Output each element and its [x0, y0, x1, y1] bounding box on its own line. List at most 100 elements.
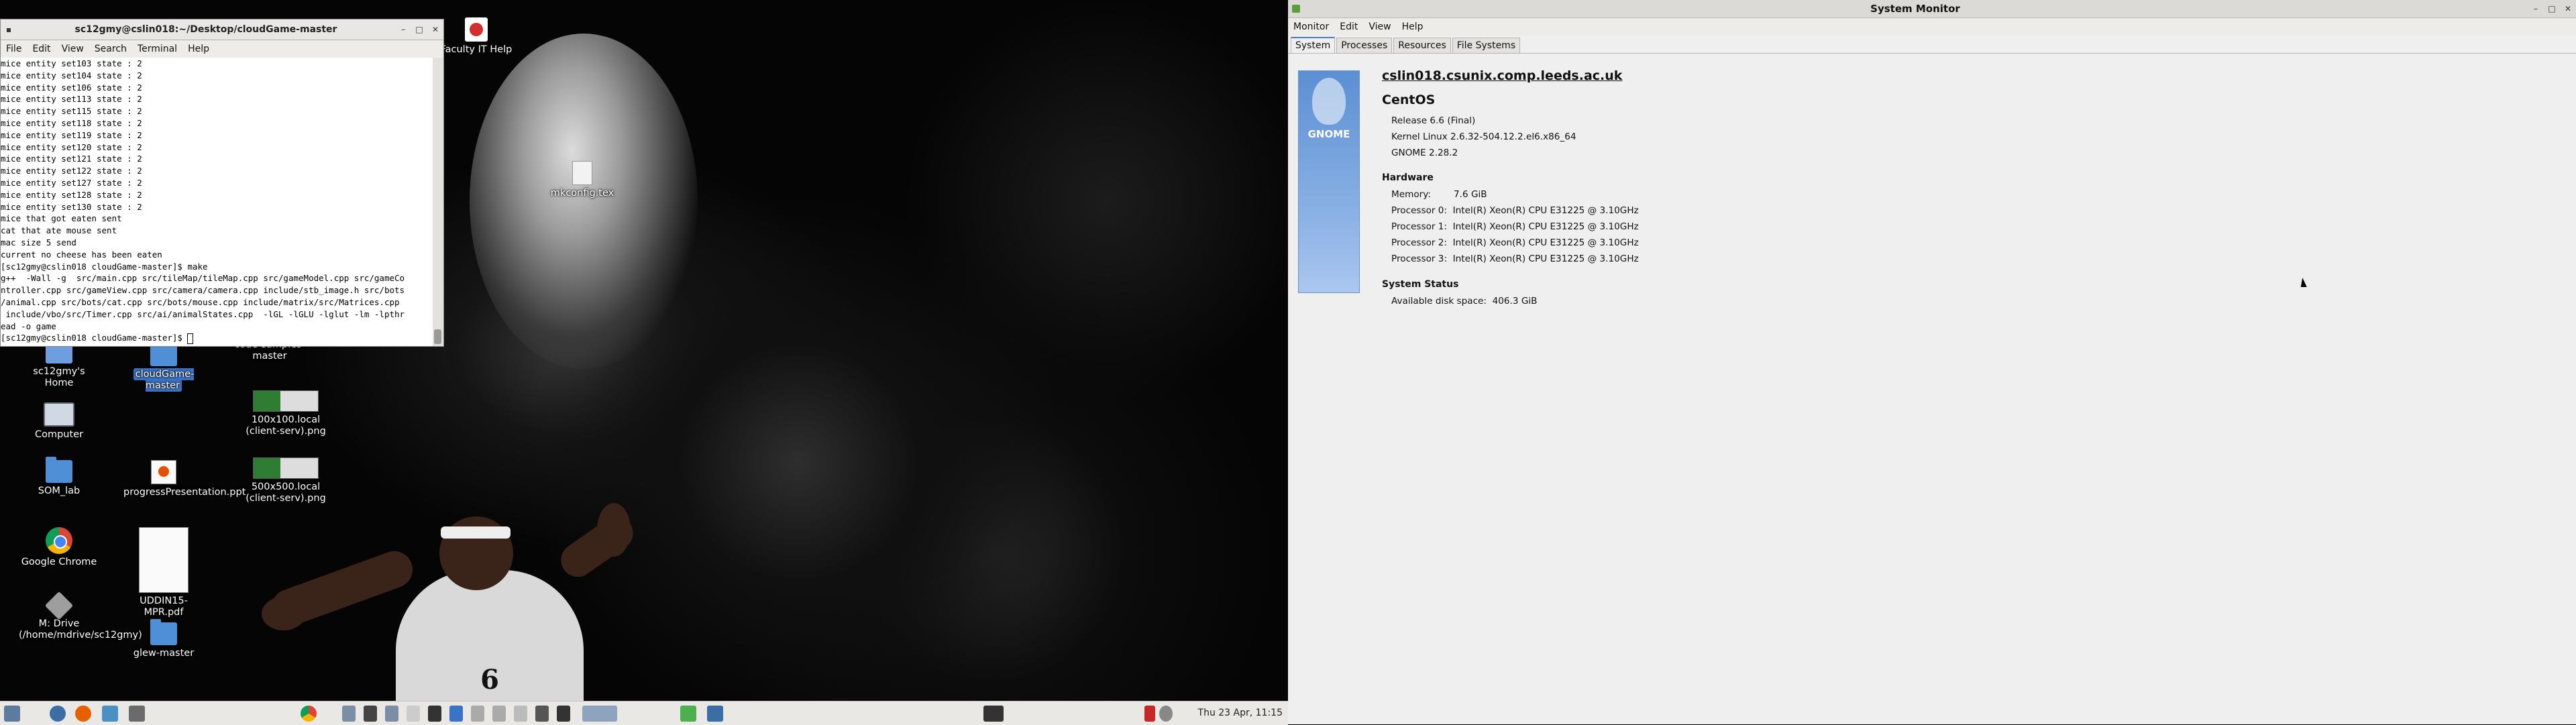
desktop-icon-glew[interactable]: glew-master	[123, 619, 204, 659]
minimize-icon[interactable]: –	[2530, 3, 2541, 14]
system-monitor-window[interactable]: System Monitor – □ ✕ Monitor Edit View H…	[1288, 0, 2576, 724]
desktop-icon-img500[interactable]: 500x500.local (client-serv).png	[246, 457, 326, 504]
terminal-line: mice entity set106 state : 2	[1, 82, 142, 93]
window-button-6-icon[interactable]	[449, 706, 463, 722]
desktop-icon-label: cloudGame-master	[133, 368, 195, 392]
menu-help[interactable]: Help	[182, 44, 215, 54]
memory-value: 7.6 GiB	[1454, 189, 1487, 200]
terminal-line: mice that got eaten sent	[1, 213, 122, 224]
gnome-logo-panel: GNOME	[1298, 70, 1360, 293]
system-monitor-app-icon[interactable]	[1292, 5, 1300, 13]
chrome-taskbar-icon[interactable]	[301, 706, 317, 722]
terminal-line: ead -o game	[1, 321, 56, 331]
desktop-icon-uddin-pdf[interactable]: UDDIN15-MPR.pdf	[123, 527, 204, 618]
window-button-2-icon[interactable]	[364, 706, 377, 722]
terminal-line: mice entity set128 state : 2	[1, 189, 142, 200]
window-button-7-icon[interactable]	[471, 706, 484, 722]
processor-2: Processor 2: Intel(R) Xeon(R) CPU E31225…	[1391, 237, 1639, 248]
menu-help[interactable]: Help	[1397, 21, 1429, 32]
pdf-file-icon	[139, 527, 189, 593]
menu-edit[interactable]: Edit	[27, 44, 56, 54]
tools-icon[interactable]	[102, 706, 118, 722]
close-icon[interactable]: ✕	[430, 24, 441, 35]
terminal-output[interactable]: mice entity set103 state : 2 mice entity …	[1, 58, 433, 346]
workspace-switcher[interactable]	[582, 706, 617, 722]
window-button-1-icon[interactable]	[342, 706, 356, 722]
desktop-icon-label: SOM_lab	[38, 486, 80, 496]
tray-window-icon[interactable]	[983, 706, 1004, 722]
window-button-4-icon[interactable]	[407, 706, 420, 722]
window-button-11-icon[interactable]	[557, 706, 570, 722]
faculty-help-icon	[465, 17, 488, 42]
tab-file-systems[interactable]: File Systems	[1452, 38, 1521, 53]
desktop-icon-label: mkconfig.tex	[550, 188, 614, 199]
terminal-line: include/vbo/src/Timer.cpp src/ai/animalS…	[1, 309, 405, 319]
maximize-icon[interactable]: □	[2546, 3, 2557, 14]
applications-menu-icon[interactable]	[4, 706, 20, 722]
scrollbar-thumb[interactable]	[434, 329, 441, 344]
terminal-line: mice entity set122 state : 2	[1, 166, 142, 176]
blue-app-icon[interactable]	[707, 706, 723, 722]
menu-terminal[interactable]: Terminal	[132, 44, 182, 54]
os-name: CentOS	[1382, 93, 1436, 107]
desktop-icon-faculty-it-help[interactable]: Faculty IT Help	[436, 17, 517, 56]
desktop-icon-computer[interactable]: Computer	[19, 402, 99, 441]
tab-system[interactable]: System	[1291, 37, 1336, 53]
clock[interactable]: Thu 23 Apr, 11:15	[1198, 708, 1283, 718]
terminal-line: /animal.cpp src/bots/cat.cpp src/bots/mo…	[1, 296, 400, 307]
desktop-icon-label: progressPresentation.ppt	[123, 487, 246, 498]
menu-view[interactable]: View	[56, 44, 89, 54]
window-button-8-icon[interactable]	[492, 706, 506, 722]
terminal-scrollbar[interactable]	[433, 58, 443, 346]
maximize-icon[interactable]: □	[414, 24, 425, 35]
desktop-icon-img100[interactable]: 100x100.local (client-serv).png	[246, 390, 326, 437]
browser-launcher-icon[interactable]	[50, 706, 66, 722]
desktop-icon-label: 100x100.local (client-serv).png	[246, 414, 326, 437]
volume-icon[interactable]	[1159, 706, 1173, 722]
gnome-foot-icon	[1312, 78, 1346, 125]
close-icon[interactable]: ✕	[2563, 3, 2573, 14]
terminal-line: mac size 5 send	[1, 237, 76, 247]
terminal-menubar: File Edit View Search Terminal Help	[1, 40, 443, 58]
tray-alert-icon[interactable]	[1144, 706, 1155, 722]
menu-view[interactable]: View	[1363, 21, 1396, 32]
help-icon[interactable]	[129, 706, 145, 722]
window-button-3-icon[interactable]	[385, 706, 398, 722]
desktop-icon-som-lab[interactable]: SOM_lab	[19, 457, 99, 497]
terminal-line: mice entity set127 state : 2	[1, 177, 142, 188]
menu-file[interactable]: File	[1, 44, 27, 54]
terminal-line: mice entity set103 state : 2	[1, 58, 142, 68]
desktop-icon-label: UDDIN15-MPR.pdf	[140, 596, 188, 618]
window-button-5-icon[interactable]	[428, 706, 441, 722]
green-app-icon[interactable]	[680, 706, 696, 722]
window-button-10-icon[interactable]	[535, 706, 549, 722]
desktop-icon-mkconfig[interactable]: mkconfig.tex	[542, 161, 623, 199]
terminal-line: current no cheese has been eaten	[1, 249, 162, 260]
desktop-icon-home[interactable]: sc12gmy's Home	[19, 343, 99, 389]
menu-monitor[interactable]: Monitor	[1288, 21, 1334, 32]
desktop-icon-label: Google Chrome	[21, 557, 97, 567]
terminal-line: mice entity set121 state : 2	[1, 154, 142, 164]
desktop-icon-label: Faculty IT Help	[440, 44, 513, 55]
desktop-icon-label: Computer	[34, 429, 84, 440]
window-button-9-icon[interactable]	[514, 706, 527, 722]
desktop-icon-progress-ppt[interactable]: progressPresentation.ppt	[123, 460, 246, 498]
firefox-icon[interactable]	[75, 706, 91, 722]
terminal-app-icon[interactable]: ▪	[3, 24, 14, 35]
terminal-titlebar[interactable]: ▪ sc12gmy@cslin018:~/Desktop/cloudGame-m…	[1, 19, 443, 40]
menu-edit[interactable]: Edit	[1334, 21, 1363, 32]
system-monitor-menubar: Monitor Edit View Help	[1288, 18, 2576, 36]
system-monitor-titlebar[interactable]: System Monitor – □ ✕	[1288, 0, 2576, 18]
minimize-icon[interactable]: –	[398, 24, 409, 35]
desktop-icon-m-drive[interactable]: M: Drive (/home/mdrive/sc12gmy)	[19, 591, 142, 641]
processor-0: Processor 0: Intel(R) Xeon(R) CPU E31225…	[1391, 205, 1639, 216]
tab-resources[interactable]: Resources	[1393, 38, 1451, 53]
window-title: System Monitor	[1870, 3, 1960, 15]
terminal-window[interactable]: ▪ sc12gmy@cslin018:~/Desktop/cloudGame-m…	[0, 19, 444, 347]
menu-search[interactable]: Search	[89, 44, 132, 54]
tab-processes[interactable]: Processes	[1336, 38, 1393, 53]
desktop-icon-cloudgame[interactable]: cloudGame-master	[123, 340, 204, 392]
folder-icon	[46, 457, 72, 483]
desktop-icon-google-chrome[interactable]: Google Chrome	[19, 527, 99, 568]
terminal-line: mice entity set130 state : 2	[1, 201, 142, 212]
